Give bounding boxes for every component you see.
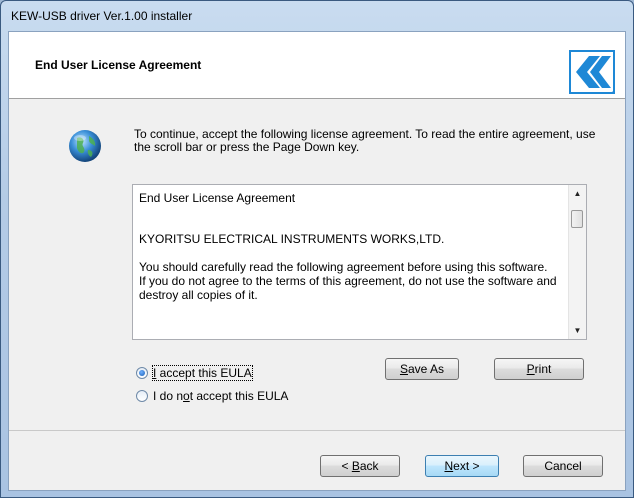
title-bar[interactable]: KEW-USB driver Ver.1.00 installer: [1, 1, 633, 31]
decline-eula-label[interactable]: I do not accept this EULA: [153, 389, 288, 403]
eula-company: KYORITSU ELECTRICAL INSTRUMENTS WORKS,LT…: [139, 232, 445, 246]
eula-content: End User License Agreement KYORITSU ELEC…: [139, 191, 559, 302]
scroll-thumb[interactable]: [571, 210, 583, 228]
scroll-down-arrow-icon[interactable]: ▼: [569, 322, 586, 339]
eula-title: End User License Agreement: [139, 191, 296, 205]
radio-unchecked-icon[interactable]: [136, 390, 148, 402]
header-banner: End User License Agreement: [9, 32, 625, 99]
radio-checked-icon[interactable]: [136, 367, 148, 379]
cancel-button[interactable]: Cancel: [523, 455, 603, 477]
window-title: KEW-USB driver Ver.1.00 installer: [11, 9, 193, 23]
next-button[interactable]: Next >: [425, 455, 499, 477]
dialog-client-area: End User License Agreement To continue, …: [8, 31, 626, 491]
eula-paragraph-1: You should carefully read the following …: [139, 260, 548, 274]
decline-eula-radio[interactable]: I do not accept this EULA: [136, 389, 288, 403]
eula-paragraph-2: If you do not agree to the terms of this…: [139, 274, 557, 302]
accept-eula-label[interactable]: I accept this EULA: [152, 365, 253, 381]
scroll-up-arrow-icon[interactable]: ▲: [569, 185, 586, 202]
installer-window: KEW-USB driver Ver.1.00 installer End Us…: [0, 0, 634, 498]
footer-separator: [9, 430, 625, 431]
accept-eula-radio[interactable]: I accept this EULA: [136, 365, 253, 381]
print-button[interactable]: Print: [494, 358, 584, 380]
kyoritsu-logo-icon: [569, 50, 615, 94]
globe-icon: [69, 130, 101, 162]
back-button[interactable]: < Back: [320, 455, 400, 477]
eula-scrollbar[interactable]: ▲ ▼: [568, 185, 586, 339]
save-as-button[interactable]: Save As: [385, 358, 459, 380]
eula-textbox[interactable]: End User License Agreement KYORITSU ELEC…: [132, 184, 587, 340]
page-heading: End User License Agreement: [35, 58, 202, 72]
intro-text: To continue, accept the following licens…: [134, 127, 596, 154]
